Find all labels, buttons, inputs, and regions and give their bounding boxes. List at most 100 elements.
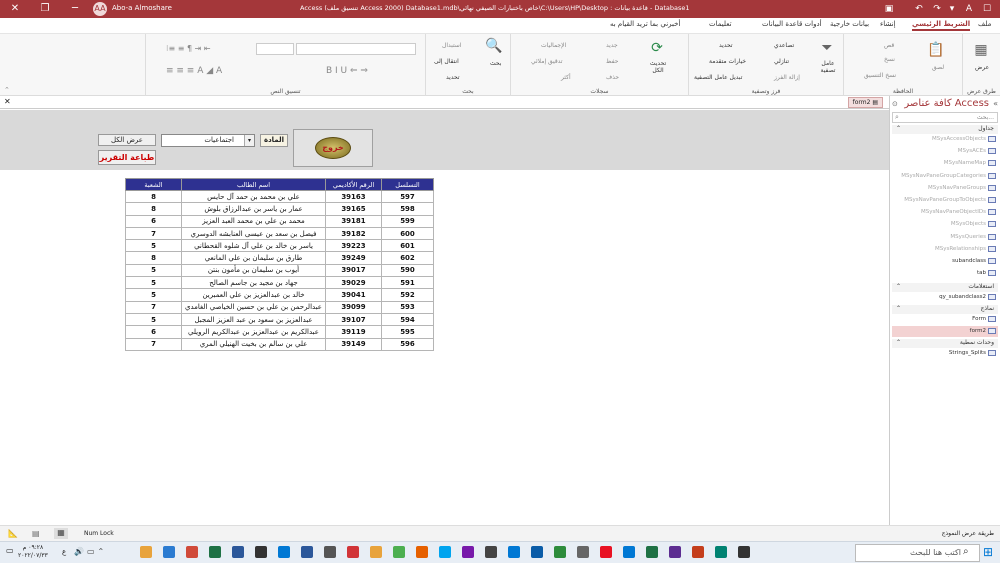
- table-row[interactable]: 5 جهاد بن مجيد بن جاسم الصالح 39029 591: [125, 276, 434, 290]
- cell-section[interactable]: 8: [125, 189, 182, 204]
- exit-button[interactable]: خروج: [293, 129, 373, 167]
- filter-button[interactable]: عامل تصفية: [815, 60, 841, 74]
- cell-serial[interactable]: 602: [381, 251, 434, 265]
- tab-file[interactable]: ملف: [978, 20, 991, 28]
- language-indicator[interactable]: ع: [62, 548, 66, 556]
- show-all-button[interactable]: عرض الكل: [98, 134, 156, 146]
- table-row[interactable]: 8 عمار بن ياسر بن عبدالرزاق بلوش 39165 598: [125, 202, 434, 216]
- notifications-icon[interactable]: ▭: [6, 546, 14, 555]
- selection-button[interactable]: تحديد: [719, 42, 733, 49]
- tab-database-tools[interactable]: أدوات قاعدة البيانات: [762, 20, 822, 28]
- ribbon-options-icon[interactable]: ☐: [980, 2, 994, 16]
- cell-academic-number[interactable]: 39223: [325, 239, 382, 253]
- goto-button[interactable]: انتقال إلى: [434, 58, 459, 65]
- settings-icon[interactable]: [255, 546, 267, 558]
- paste-icon[interactable]: 📋: [926, 42, 946, 58]
- totals-button[interactable]: الإجماليات: [541, 42, 566, 49]
- system-tray-icons[interactable]: 🔊▭⌃: [74, 547, 107, 556]
- find-icon[interactable]: 🔍: [484, 38, 504, 54]
- cell-section[interactable]: 8: [125, 202, 182, 216]
- bold-italic-underline-icons[interactable]: B I U ⇐ ⇒: [326, 66, 368, 76]
- cell-section[interactable]: 5: [125, 288, 182, 302]
- form-view-icon[interactable]: ▦: [54, 528, 68, 539]
- nav-item-form[interactable]: Form: [892, 316, 986, 322]
- cell-student-name[interactable]: طارق بن سليمان بن علي المانعي: [181, 251, 326, 265]
- table-row[interactable]: 5 خالد بن عبدالعزيز بن علي العمبرين 39041 5…: [125, 288, 434, 302]
- teams-icon[interactable]: [623, 546, 635, 558]
- nav-section-tables[interactable]: جداول ⌃: [892, 125, 998, 134]
- visual-studio-icon[interactable]: [669, 546, 681, 558]
- table-row[interactable]: 5 ياسر بن خالد بن علي آل شلوه القحطاني 392…: [125, 239, 434, 253]
- delete-record-button[interactable]: حذف: [606, 74, 619, 81]
- cell-student-name[interactable]: خالد بن عبدالعزيز بن علي العمبرين: [181, 288, 326, 302]
- cell-academic-number[interactable]: 39119: [325, 325, 382, 339]
- view-icon[interactable]: ▦: [971, 42, 991, 58]
- cell-academic-number[interactable]: 39017: [325, 263, 382, 278]
- nav-options-icon[interactable]: ⊙: [892, 100, 898, 108]
- cell-student-name[interactable]: عبدالعزيز بن سعود بن عبد العزيز المجبل: [181, 312, 326, 327]
- cell-serial[interactable]: 597: [381, 189, 434, 204]
- view-button[interactable]: عرض: [975, 64, 989, 71]
- cell-section[interactable]: 7: [125, 300, 182, 314]
- table-row[interactable]: 7 عبدالرحمن بن علي بن حسين الخياصي الغامد…: [125, 300, 434, 314]
- excel-icon[interactable]: [209, 546, 221, 558]
- telegram-icon[interactable]: [531, 546, 543, 558]
- cell-serial[interactable]: 596: [381, 337, 434, 351]
- save-icon[interactable]: ▣: [882, 2, 896, 16]
- cell-serial[interactable]: 590: [381, 263, 434, 278]
- calculator-icon[interactable]: [738, 546, 750, 558]
- cell-section[interactable]: 5: [125, 239, 182, 253]
- store-icon[interactable]: [439, 546, 451, 558]
- spelling-button[interactable]: تدقيق إملائي: [531, 58, 563, 65]
- remove-sort-button[interactable]: إزالة الفرز: [774, 74, 800, 81]
- undo-icon[interactable]: ↶: [912, 2, 926, 16]
- nav-item-table[interactable]: MSysNavPaneObjectIDs: [892, 209, 986, 215]
- excel-icon[interactable]: [646, 546, 658, 558]
- cell-serial[interactable]: 601: [381, 239, 434, 253]
- whatsapp-icon[interactable]: [554, 546, 566, 558]
- cell-academic-number[interactable]: 39099: [325, 300, 382, 314]
- collapse-ribbon-icon[interactable]: ⌃: [4, 86, 10, 94]
- table-row[interactable]: 7 فيصل بن سعد بن عيسى العنابشه الدوسري 391…: [125, 226, 434, 241]
- copy-button[interactable]: نسخ: [884, 56, 895, 63]
- pdf-icon[interactable]: [347, 546, 359, 558]
- cell-student-name[interactable]: فيصل بن سعد بن عيسى العنابشه الدوسري: [181, 226, 326, 241]
- cell-academic-number[interactable]: 39107: [325, 312, 382, 327]
- clock[interactable]: ٠٩:٢٨ م ٢٠٢٢/٠٧/٣٣: [18, 544, 48, 560]
- cell-section[interactable]: 8: [125, 251, 182, 265]
- windows-start-icon[interactable]: ⊞: [983, 545, 993, 559]
- find-button[interactable]: بحث: [490, 60, 501, 67]
- chevron-down-icon[interactable]: ▾: [244, 135, 254, 146]
- more-button[interactable]: أكثر: [561, 74, 571, 81]
- cell-section[interactable]: 7: [125, 226, 182, 241]
- filter-icon[interactable]: ⏷: [817, 40, 837, 56]
- cell-serial[interactable]: 594: [381, 312, 434, 327]
- nav-item-table[interactable]: MSysObjects: [892, 221, 986, 227]
- nav-section-queries[interactable]: استعلامات ⌃: [892, 283, 998, 292]
- access-icon[interactable]: [186, 546, 198, 558]
- replace-button[interactable]: استبدال: [442, 42, 462, 49]
- explorer-icon[interactable]: [370, 546, 382, 558]
- word-icon[interactable]: [232, 546, 244, 558]
- close-window-icon[interactable]: ✕: [0, 0, 30, 18]
- cell-academic-number[interactable]: 39182: [325, 226, 382, 241]
- cell-student-name[interactable]: عبدالرحمن بن علي بن حسين الخياصي الغامدي: [181, 300, 326, 314]
- cell-academic-number[interactable]: 39181: [325, 214, 382, 228]
- cell-serial[interactable]: 600: [381, 226, 434, 241]
- subject-combo[interactable]: اجتماعيات ▾: [161, 134, 255, 147]
- advanced-filter-button[interactable]: خيارات متقدمة: [709, 58, 746, 65]
- format-painter-button[interactable]: نسخ التنسيق: [864, 72, 896, 79]
- cell-student-name[interactable]: أيوب بن سليمان بن مأمون بنتن: [181, 263, 326, 278]
- onenote-icon[interactable]: [462, 546, 474, 558]
- cell-student-name[interactable]: محمد بن علي بن محمد العبد العزيز: [181, 214, 326, 228]
- cell-academic-number[interactable]: 39163: [325, 189, 382, 204]
- cell-academic-number[interactable]: 39041: [325, 288, 382, 302]
- print-report-button[interactable]: طباعة التقرير: [98, 150, 156, 165]
- tab-home[interactable]: الشريط الرئيسي: [912, 20, 971, 31]
- table-row[interactable]: 6 عبدالكريم بن عبدالعزيز بن عبدالكريم الر…: [125, 325, 434, 339]
- photos-icon[interactable]: [508, 546, 520, 558]
- font-name-dropdown[interactable]: [296, 43, 416, 55]
- table-row[interactable]: 5 عبدالعزيز بن سعود بن عبد العزيز المجبل 3…: [125, 312, 434, 327]
- cell-academic-number[interactable]: 39029: [325, 276, 382, 290]
- sway-icon[interactable]: [715, 546, 727, 558]
